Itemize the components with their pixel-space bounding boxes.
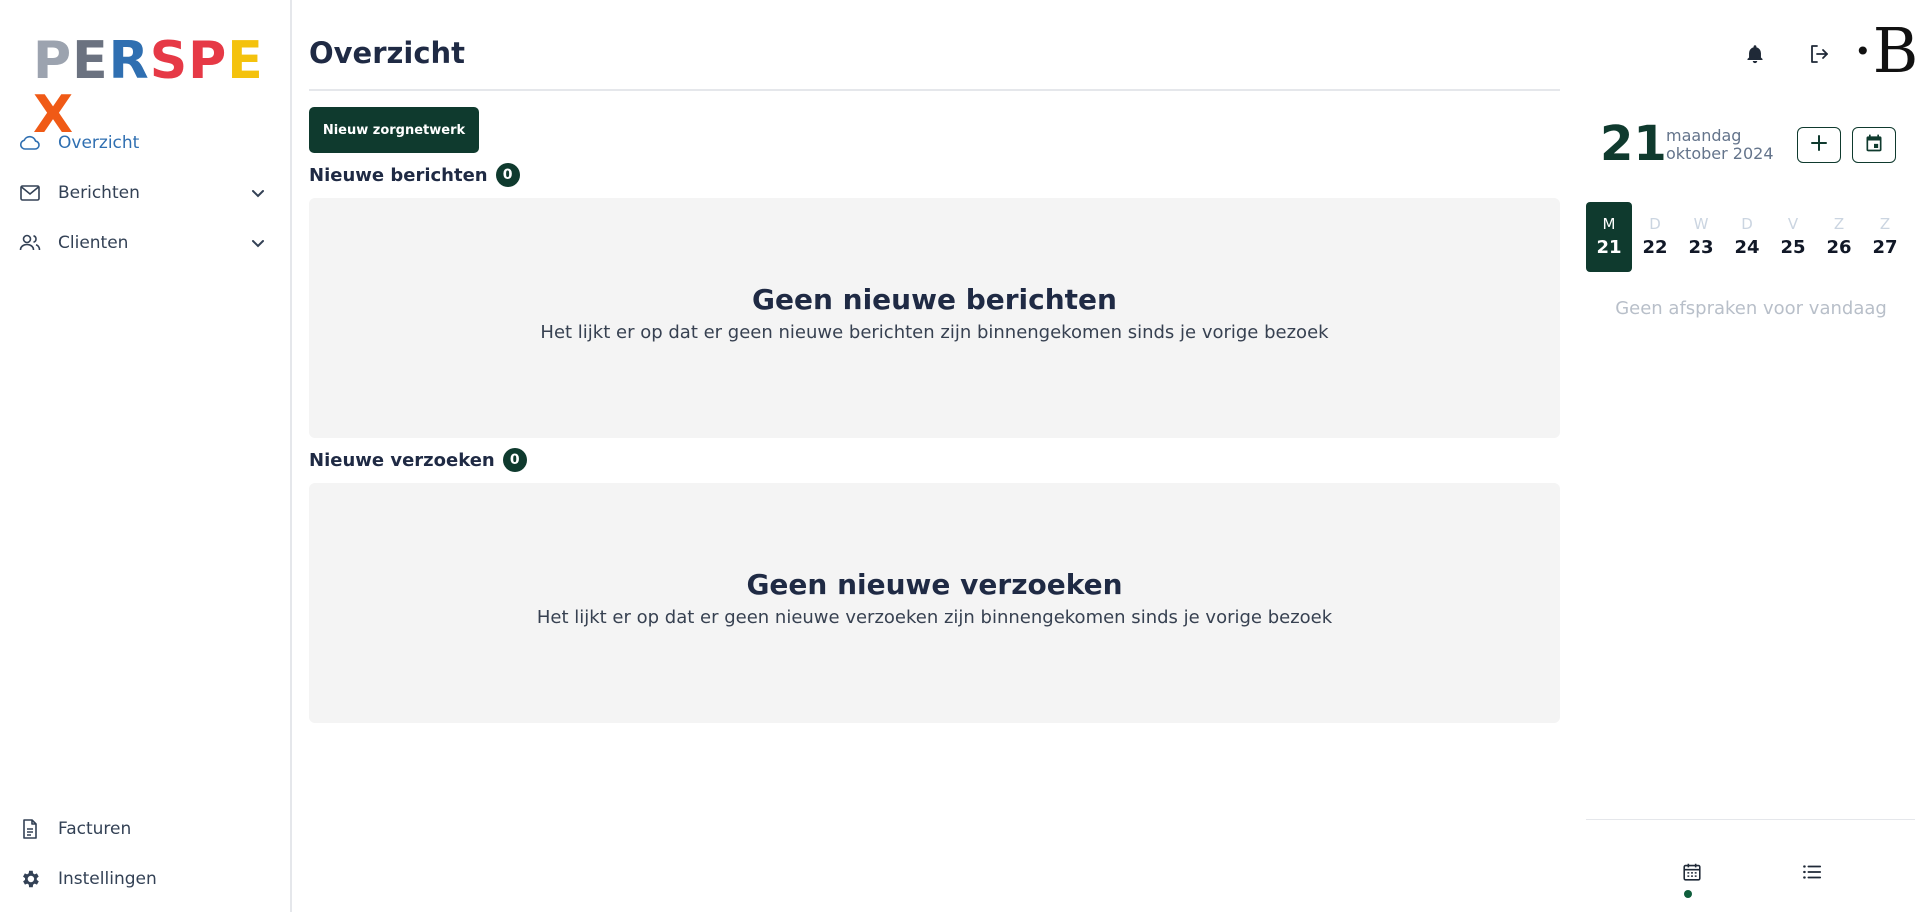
sidebar-item-berichten[interactable]: Berichten [0,168,292,218]
weekday-label: V [1787,215,1799,233]
no-appointments-text: Geen afspraken voor vandaag [1615,298,1887,319]
empty-messages-card: Geen nieuwe berichten Het lijkt er op da… [309,198,1560,438]
day-number: 23 [1688,237,1714,258]
weekday-label: D [1649,215,1661,233]
sidebar-item-facturen[interactable]: Facturen [0,804,292,854]
count-badge: 0 [495,163,520,187]
sidebar-item-label: Berichten [58,183,140,203]
calendar-weekday: maandag [1666,126,1742,145]
calendar-day-number: 21 [1600,116,1667,172]
calendar-date-meta: maandag oktober 2024 [1666,127,1774,163]
sidebar-item-label: Overzicht [58,133,140,153]
logo-letter: R [108,31,150,91]
day-number: 24 [1734,237,1760,258]
day-number: 26 [1826,237,1852,258]
page-title: Overzicht [309,36,466,70]
sidebar-bottom-nav: Facturen Instellingen [0,804,292,904]
day-cell[interactable]: D 22 [1632,202,1678,272]
day-cell[interactable]: D 24 [1724,202,1770,272]
list-icon[interactable] [1794,854,1830,890]
week-strip: M 21 D 22 W 23 D 24 V 25 Z 26 Z 27 [1586,202,1915,272]
empty-text: Het lijkt er op dat er geen nieuwe beric… [540,322,1329,343]
weekday-label: Z [1833,215,1845,233]
day-number: 22 [1642,237,1668,258]
sidebar-item-label: Instellingen [58,869,157,889]
sidebar-nav: Overzicht Berichten Clienten [0,118,292,268]
day-cell[interactable]: Z 27 [1862,202,1908,272]
avatar[interactable]: ·B [1853,18,1915,84]
empty-title: Geen nieuwe verzoeken [746,568,1123,601]
sidebar-item-clienten[interactable]: Clienten [0,218,292,268]
logout-icon[interactable] [1801,36,1837,72]
day-cell-selected[interactable]: M 21 [1586,202,1632,272]
new-requests-heading: Nieuwe verzoeken 0 [309,448,527,472]
logo-letter: P [188,31,228,91]
weekday-label: D [1741,215,1753,233]
day-number: 27 [1872,237,1898,258]
logo-letter: S [149,31,189,91]
sidebar-item-overzicht[interactable]: Overzicht [0,118,292,168]
weekday-label: M [1602,215,1616,233]
empty-requests-card: Geen nieuwe verzoeken Het lijkt er op da… [309,483,1560,723]
sidebar-item-instellingen[interactable]: Instellingen [0,854,292,904]
bell-icon[interactable] [1737,36,1773,72]
logo-letter: P [33,31,73,91]
gear-icon [18,867,42,891]
weekday-label: W [1693,215,1709,233]
calendar-month-year: oktober 2024 [1666,144,1774,163]
day-cell[interactable]: V 25 [1770,202,1816,272]
divider [1586,819,1915,820]
sidebar-item-label: Clienten [58,233,129,253]
day-cell[interactable]: Z 26 [1816,202,1862,272]
cloud-icon [18,131,42,155]
sidebar: PERSPEX Overzicht Berichten Clienten Fac… [0,0,292,912]
new-care-network-button[interactable]: Nieuw zorgnetwerk [309,107,479,153]
active-tab-indicator [1684,890,1692,898]
mail-icon [18,181,42,205]
plus-icon [1810,134,1828,156]
day-number: 25 [1780,237,1806,258]
sidebar-item-label: Facturen [58,819,132,839]
chevron-down-icon[interactable] [248,233,268,253]
day-number: 21 [1596,237,1622,258]
section-title: Nieuwe verzoeken [309,449,495,471]
empty-title: Geen nieuwe berichten [752,283,1117,316]
section-title: Nieuwe berichten [309,164,488,186]
document-icon [18,817,42,841]
divider [309,89,1560,91]
chevron-down-icon[interactable] [248,183,268,203]
calendar-icon [1864,133,1884,157]
calendar-tab-icon[interactable] [1674,854,1710,890]
count-badge: 0 [502,448,527,472]
day-cell[interactable]: W 23 [1678,202,1724,272]
logo-letter: E [227,31,264,91]
new-messages-heading: Nieuwe berichten 0 [309,163,520,187]
users-icon [18,231,42,255]
add-appointment-button[interactable] [1797,127,1841,163]
logo-letter: E [72,31,109,91]
weekday-label: Z [1879,215,1891,233]
empty-text: Het lijkt er op dat er geen nieuwe verzo… [536,607,1333,628]
calendar-picker-button[interactable] [1852,127,1896,163]
